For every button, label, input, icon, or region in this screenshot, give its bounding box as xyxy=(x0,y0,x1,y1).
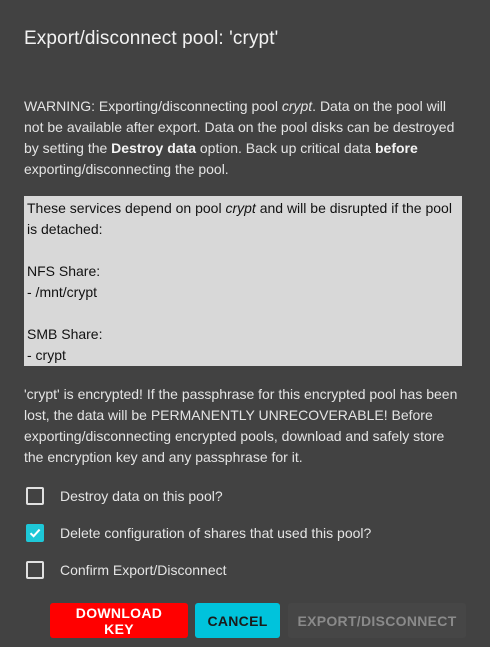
delete-share-config-checkbox[interactable] xyxy=(26,524,44,542)
export-disconnect-button[interactable]: EXPORT/DISCONNECT xyxy=(288,603,466,638)
warning-text-part: option. Back up critical data xyxy=(195,140,375,156)
confirm-export-label: Confirm Export/Disconnect xyxy=(60,562,227,578)
services-intro: These services depend on pool crypt and … xyxy=(27,198,460,240)
confirm-export-checkbox-row[interactable]: Confirm Export/Disconnect xyxy=(26,559,227,581)
warning-text-part: WARNING: Exporting/disconnecting pool xyxy=(24,98,282,114)
cancel-button[interactable]: CANCEL xyxy=(195,603,280,638)
warning-text: WARNING: Exporting/disconnecting pool cr… xyxy=(24,96,464,180)
destroy-data-checkbox-row[interactable]: Destroy data on this pool? xyxy=(26,485,223,507)
nfs-share-item: - /mnt/crypt xyxy=(27,284,98,300)
destroy-data-emphasis: Destroy data xyxy=(111,140,196,156)
dialog-title: Export/disconnect pool: 'crypt' xyxy=(24,28,279,49)
smb-share-header: SMB Share: xyxy=(27,326,103,342)
services-intro-part: These services depend on pool xyxy=(27,200,226,216)
services-box: These services depend on pool crypt and … xyxy=(24,196,462,366)
destroy-data-label: Destroy data on this pool? xyxy=(60,488,223,504)
destroy-data-checkbox[interactable] xyxy=(26,487,44,505)
export-disconnect-dialog: Export/disconnect pool: 'crypt' WARNING:… xyxy=(0,0,490,647)
warning-text-part: exporting/disconnecting the pool. xyxy=(24,161,229,177)
encrypted-notice: 'crypt' is encrypted! If the passphrase … xyxy=(24,386,458,465)
confirm-export-checkbox[interactable] xyxy=(26,561,44,579)
before-emphasis: before xyxy=(374,140,418,156)
delete-share-config-label: Delete configuration of shares that used… xyxy=(60,525,372,541)
download-key-button[interactable]: DOWNLOAD KEY xyxy=(50,603,188,638)
delete-share-config-checkbox-row[interactable]: Delete configuration of shares that used… xyxy=(26,522,371,544)
smb-share-item: - crypt xyxy=(27,347,66,363)
nfs-share-header: NFS Share: xyxy=(27,263,101,279)
check-icon xyxy=(29,528,41,538)
warning-pool-name: crypt xyxy=(281,98,313,114)
services-pool-name: crypt xyxy=(225,200,256,216)
